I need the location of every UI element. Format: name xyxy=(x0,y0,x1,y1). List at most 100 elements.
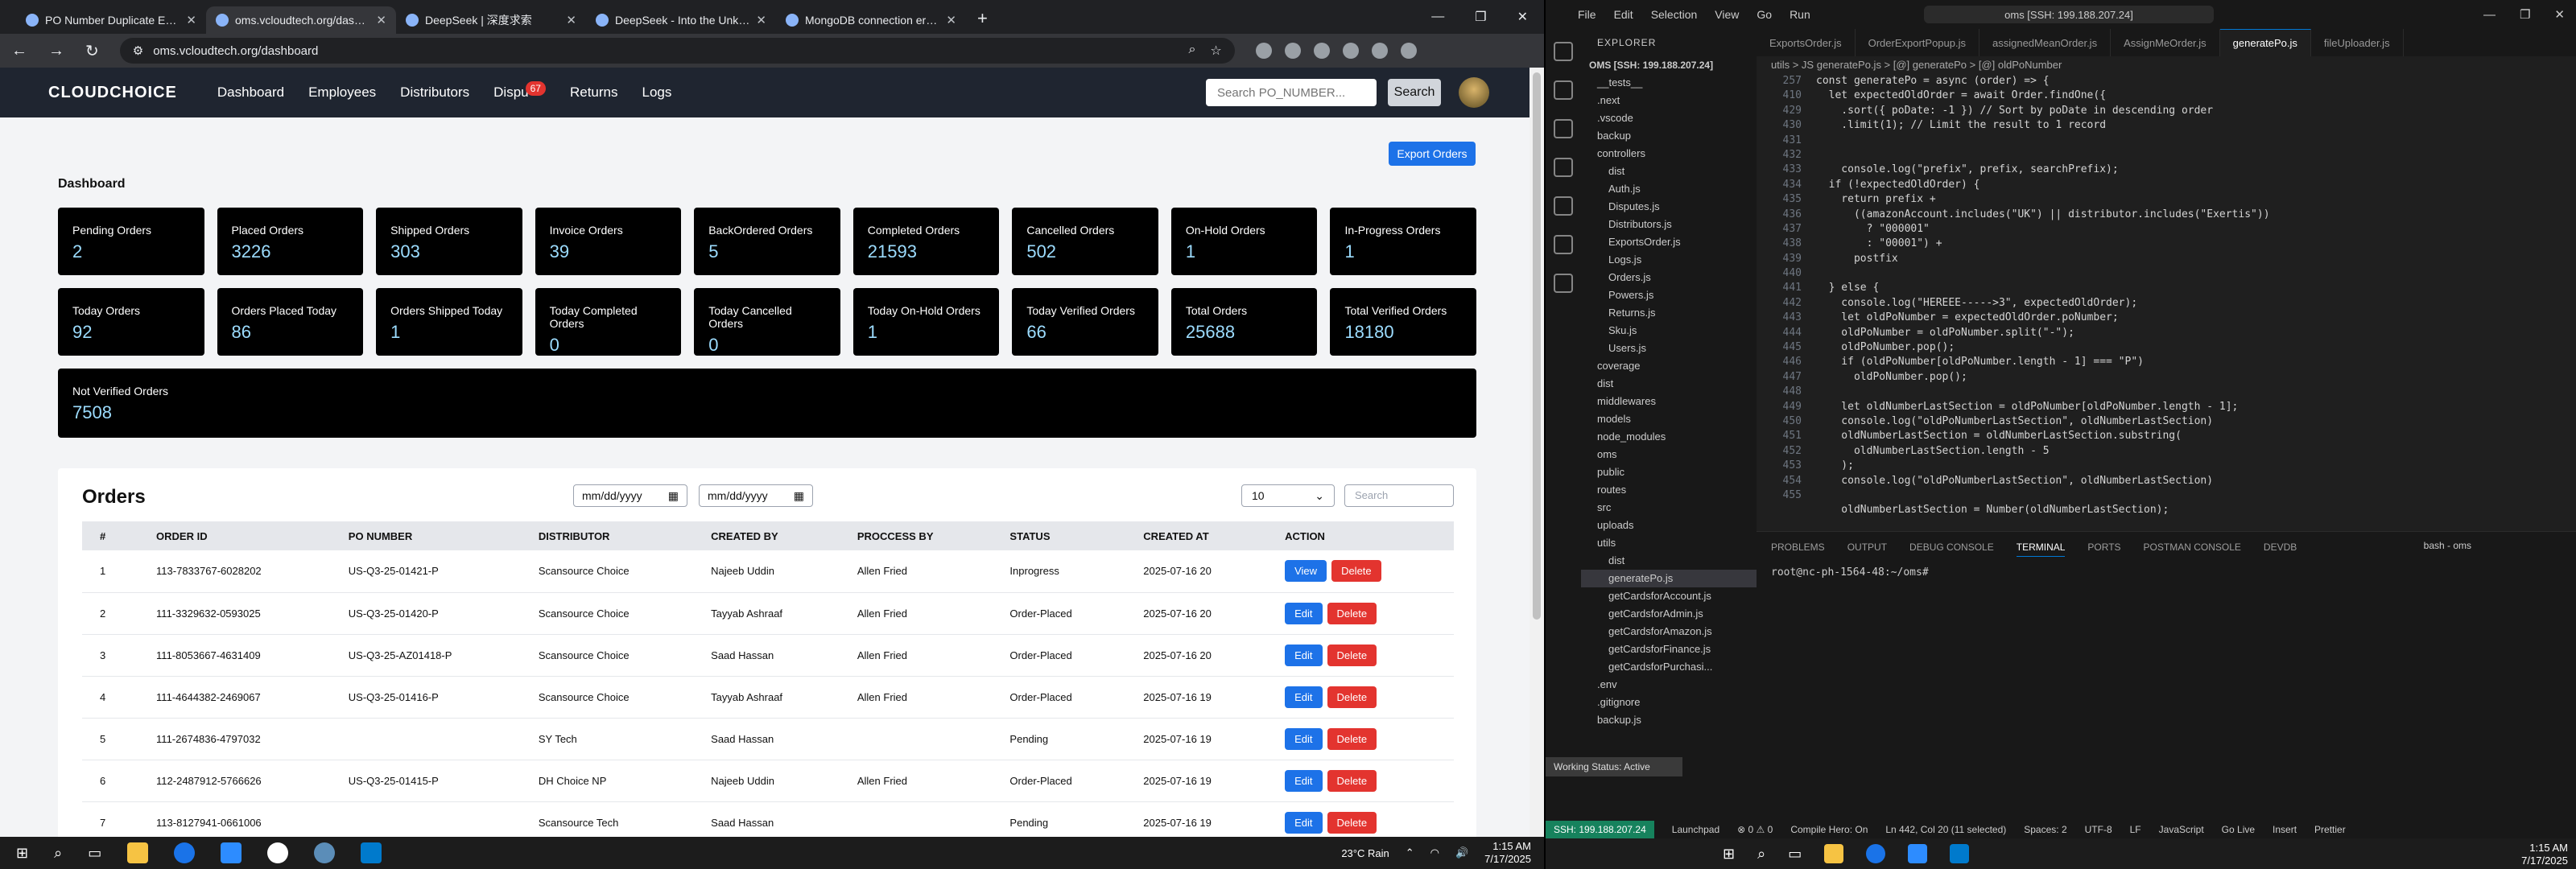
tree-item[interactable]: Disputes.js xyxy=(1581,198,1757,216)
page-scrollbar[interactable] xyxy=(1530,68,1544,851)
new-tab-icon[interactable]: + xyxy=(977,8,988,29)
vscode-icon[interactable] xyxy=(1950,844,1970,863)
status-golive[interactable]: Go Live xyxy=(2222,824,2255,835)
tree-item[interactable]: .vscode xyxy=(1581,109,1757,127)
delete-button[interactable]: Delete xyxy=(1327,727,1377,750)
nav-disputes[interactable]: Dispu 67 xyxy=(493,81,546,101)
browser-tab[interactable]: PO Number Duplicate Error Exp ✕ xyxy=(16,6,206,34)
close-icon[interactable]: ✕ xyxy=(376,13,386,27)
table-row[interactable]: 5 111-2674836-4797032 SY Tech Saad Hassan Pe… xyxy=(82,718,1454,760)
tree-item[interactable]: getCardsforAmazon.js xyxy=(1581,623,1757,640)
app-logo[interactable]: CLOUDCHOICE xyxy=(48,84,177,102)
date-from-input[interactable]: mm/dd/yyyy ▦ xyxy=(573,484,687,507)
remote-explorer-icon[interactable] xyxy=(1554,235,1573,254)
close-icon[interactable]: ✕ xyxy=(946,13,956,27)
code-line[interactable] xyxy=(1816,385,2270,399)
tree-item[interactable]: src xyxy=(1581,499,1757,517)
editor-tab[interactable]: generatePo.js xyxy=(2219,29,2311,56)
tree-item[interactable]: backup.js xyxy=(1581,711,1757,729)
browser-tab[interactable]: DeepSeek - Into the Unknown ✕ xyxy=(586,6,776,34)
date-to-input[interactable]: mm/dd/yyyy ▦ xyxy=(699,484,813,507)
close-window-icon[interactable]: ✕ xyxy=(2554,7,2565,22)
chrome-icon[interactable] xyxy=(174,842,196,863)
tree-item[interactable]: oms xyxy=(1581,446,1757,463)
tree-item[interactable]: ExportsOrder.js xyxy=(1581,233,1757,251)
code-line[interactable]: return prefix + xyxy=(1816,192,2270,207)
tree-item[interactable]: public xyxy=(1581,463,1757,481)
nav-logs[interactable]: Logs xyxy=(642,84,672,101)
code-line[interactable]: ? "000001" xyxy=(1816,222,2270,237)
code-line[interactable]: .limit(1); // Limit the result to 1 reco… xyxy=(1816,118,2270,133)
code-line[interactable]: : "00001") + xyxy=(1816,237,2270,251)
browser-tab[interactable]: DeepSeek | 深度求索 ✕ xyxy=(396,6,586,34)
site-info-icon[interactable]: ⚙ xyxy=(133,43,143,58)
delete-button[interactable]: Delete xyxy=(1327,644,1377,666)
tree-item[interactable]: .next xyxy=(1581,92,1757,109)
code-line[interactable]: console.log("oldPoNumberLastSection", ol… xyxy=(1816,414,2270,429)
code-line[interactable] xyxy=(1816,134,2270,148)
code-line[interactable]: let oldPoNumber = expectedOldOrder.poNum… xyxy=(1816,311,2270,325)
code-line[interactable]: ); xyxy=(1816,459,2270,473)
panel-tab[interactable]: DEVDB xyxy=(2264,542,2297,557)
vscode-menu-edit[interactable]: Edit xyxy=(1614,8,1633,21)
volume-icon[interactable]: 🔊 xyxy=(1455,846,1468,859)
nav-returns[interactable]: Returns xyxy=(570,84,618,101)
code-line[interactable]: if (!expectedOldOrder) { xyxy=(1816,178,2270,192)
command-center[interactable]: oms [SSH: 199.188.207.24] xyxy=(1924,6,2214,23)
editor-tab[interactable]: OrderExportPopup.js xyxy=(1856,29,1979,56)
tree-item[interactable]: uploads xyxy=(1581,517,1757,534)
edit-button[interactable]: Edit xyxy=(1285,769,1323,792)
export-orders-button[interactable]: Export Orders xyxy=(1389,142,1476,166)
editor-tab[interactable]: ExportsOrder.js xyxy=(1757,29,1856,56)
terminal-shell-label[interactable]: bash - oms xyxy=(2424,540,2471,551)
edit-button[interactable]: Edit xyxy=(1285,811,1323,834)
editor-tab[interactable]: fileUploader.js xyxy=(2311,29,2404,56)
testing-icon[interactable] xyxy=(1554,274,1573,293)
code-editor[interactable]: 257 410 429 430 431 432 433 434 435 436 437 438 439 4… xyxy=(1757,74,2576,531)
vscode-menu-selection[interactable]: Selection xyxy=(1651,8,1698,21)
browser-tab[interactable]: MongoDB connection error fix ✕ xyxy=(776,6,966,34)
tree-item[interactable]: Auth.js xyxy=(1581,180,1757,198)
tree-item[interactable]: __tests__ xyxy=(1581,74,1757,92)
tree-item[interactable]: getCardsforPurchasi... xyxy=(1581,658,1757,676)
vscode-icon[interactable] xyxy=(361,842,382,863)
panel-tab[interactable]: POSTMAN CONSOLE xyxy=(2144,542,2241,557)
nav-dashboard[interactable]: Dashboard xyxy=(217,84,284,101)
status-position[interactable]: Ln 442, Col 20 (11 selected) xyxy=(1885,824,2006,835)
code-line[interactable]: console.log("oldPoNumberLastSection", ol… xyxy=(1816,474,2270,488)
status-encoding[interactable]: UTF-8 xyxy=(2085,824,2112,835)
view-button[interactable]: View xyxy=(1285,560,1327,583)
delete-button[interactable]: Delete xyxy=(1327,769,1377,792)
maximize-icon[interactable]: ❐ xyxy=(1475,9,1486,25)
delete-button[interactable]: Delete xyxy=(1327,811,1377,834)
status-launchpad[interactable]: Launchpad xyxy=(1672,824,1719,835)
panel-tab[interactable]: PROBLEMS xyxy=(1771,542,1825,557)
tree-item[interactable]: dist xyxy=(1581,163,1757,180)
browser-tab-active[interactable]: oms.vcloudtech.org/dashboard ✕ xyxy=(206,6,396,34)
code-line[interactable]: if (oldPoNumber[oldPoNumber.length - 1] … xyxy=(1816,355,2270,369)
forward-icon[interactable]: → xyxy=(48,42,64,60)
tree-item[interactable]: routes xyxy=(1581,481,1757,499)
extension-icon[interactable] xyxy=(1255,43,1272,59)
extension-icon[interactable] xyxy=(1342,43,1359,59)
code-line[interactable]: const generatePo = async (order) => { xyxy=(1816,74,2270,89)
tree-item[interactable]: models xyxy=(1581,410,1757,428)
delete-button[interactable]: Delete xyxy=(1331,560,1381,583)
tree-item[interactable]: coverage xyxy=(1581,357,1757,375)
editor-tab[interactable]: AssignMeOrder.js xyxy=(2111,29,2220,56)
status-prettier[interactable]: Prettier xyxy=(2314,824,2346,835)
windows-start-icon[interactable]: ⊞ xyxy=(1723,846,1735,863)
working-status-toast[interactable]: Working Status: Active xyxy=(1546,757,1682,776)
code-line[interactable]: console.log("HEREEE----->3", expectedOld… xyxy=(1816,296,2270,311)
clock[interactable]: 1:15 AM 7/17/2025 xyxy=(2521,842,2568,867)
tree-item[interactable]: Distributors.js xyxy=(1581,216,1757,233)
app-icon[interactable] xyxy=(314,842,336,863)
code-line[interactable]: .sort({ poDate: -1 }) // Sort by poDate … xyxy=(1816,104,2270,118)
address-bar[interactable]: ⚙ oms.vcloudtech.org/dashboard ⌕ ☆ xyxy=(119,38,1235,64)
tree-item[interactable]: dist xyxy=(1581,552,1757,570)
vscode-menu-go[interactable]: Go xyxy=(1757,8,1772,21)
reload-icon[interactable]: ↻ xyxy=(85,41,99,61)
table-row[interactable]: 1 113-7833767-6028202 US-Q3-25-01421-P Scan… xyxy=(82,550,1454,593)
tree-item[interactable]: utils xyxy=(1581,534,1757,552)
tree-item[interactable]: Sku.js xyxy=(1581,322,1757,340)
